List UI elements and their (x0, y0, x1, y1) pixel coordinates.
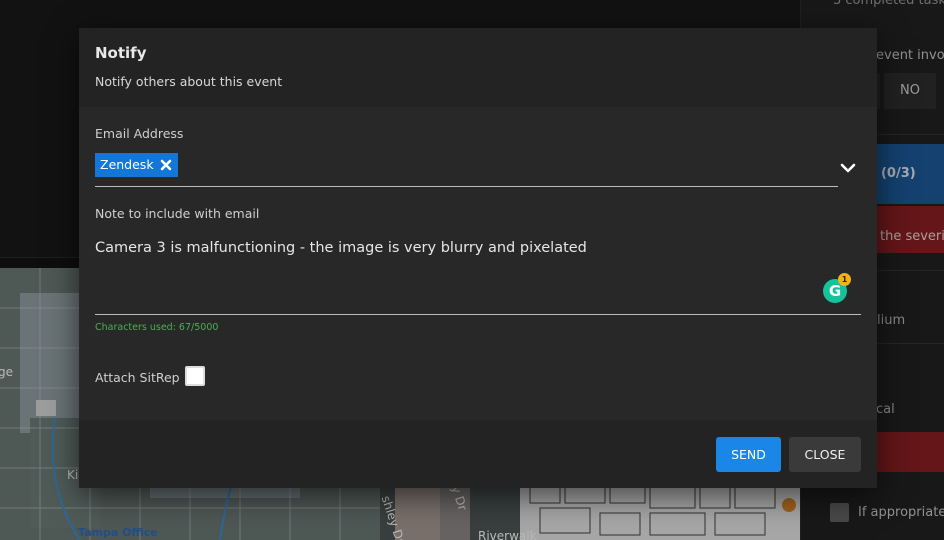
email-address-label: Email Address (95, 126, 184, 141)
send-button[interactable]: SEND (716, 437, 781, 472)
characters-used-counter: Characters used: 67/5000 (95, 322, 219, 333)
attach-sitrep-label: Attach SitRep (95, 370, 180, 385)
email-chip-label: Zendesk (100, 157, 154, 172)
dialog-footer: SEND CLOSE (79, 420, 877, 488)
email-field-underline[interactable] (95, 186, 838, 187)
note-field-underline (95, 314, 861, 315)
dialog-subtitle: Notify others about this event (95, 74, 283, 89)
note-textarea[interactable]: Camera 3 is malfunctioning - the image i… (95, 240, 587, 256)
grammarly-icon[interactable]: G 1 (823, 273, 851, 303)
remove-chip-icon[interactable] (160, 159, 172, 171)
note-label: Note to include with email (95, 206, 260, 221)
chevron-down-icon[interactable] (839, 161, 857, 175)
grammarly-count-badge: 1 (838, 273, 851, 286)
email-chip[interactable]: Zendesk (95, 153, 178, 177)
close-button[interactable]: CLOSE (789, 437, 861, 472)
notify-dialog: Notify Notify others about this event Em… (79, 28, 877, 488)
dialog-header: Notify Notify others about this event (79, 28, 877, 107)
attach-sitrep-checkbox[interactable] (185, 366, 205, 386)
app-screen: ge Ki shley Dr y Dr Riverwalk Tampa Offi… (0, 0, 944, 540)
dialog-title: Notify (95, 44, 147, 62)
